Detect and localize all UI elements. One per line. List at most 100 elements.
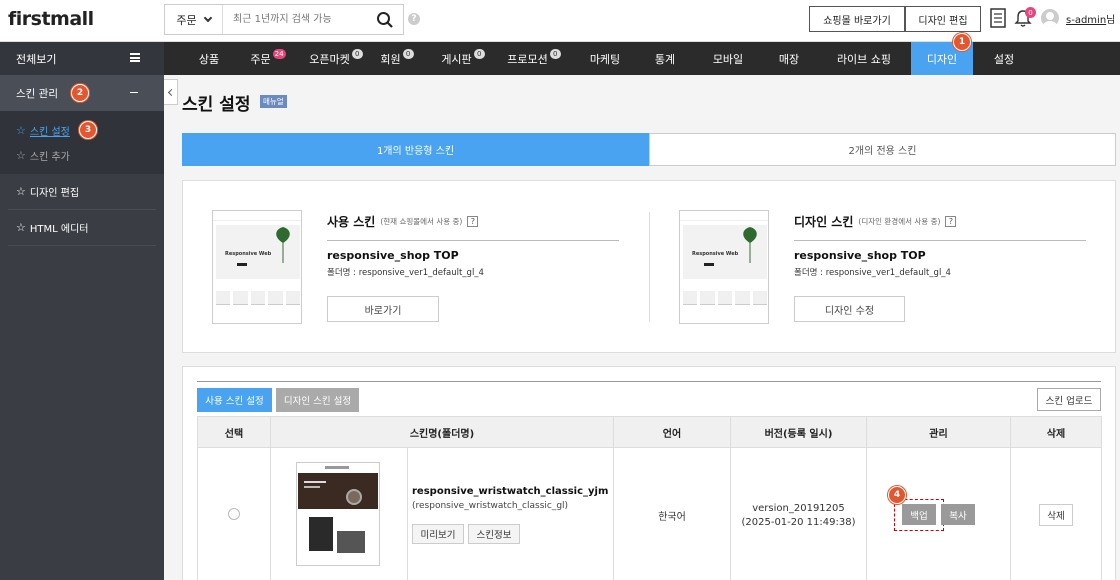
search-icon[interactable]	[367, 5, 403, 34]
go-to-mall-button[interactable]: 쇼핑몰 바로가기	[809, 6, 905, 32]
sidebar-item-design-edit[interactable]: ☆ 디자인 편집	[8, 174, 156, 210]
nav-item-10[interactable]: 라이브 쇼핑	[828, 42, 900, 75]
set-design-skin-button[interactable]: 디자인 스킨 설정	[276, 388, 359, 412]
nav-item-7[interactable]: 통계	[640, 42, 690, 75]
main-nav: 전체보기 상품 주문 24 오픈마켓 0 회원 0 게시판 0 프로모션 0 마케팅 통계 모바일 매장 라이…	[0, 42, 1120, 75]
page-title: 스킨 설정	[182, 95, 251, 115]
go-button[interactable]: 바로가기	[327, 296, 439, 322]
search-input[interactable]	[223, 5, 367, 34]
nav-item-6[interactable]: 마케팅	[577, 42, 633, 75]
nav-item-label: 디자인	[926, 52, 958, 66]
nav-item-1[interactable]: 주문 24	[240, 42, 296, 75]
design-skin-note: (디자인 환경에서 사용 중)	[858, 217, 941, 226]
star-icon[interactable]: ☆	[16, 150, 26, 161]
sidebar-item-skin-add[interactable]: ☆ 스킨 추가	[16, 148, 70, 163]
version-text: version_20191205	[752, 502, 845, 514]
star-icon[interactable]: ☆	[16, 222, 26, 233]
column-header-select: 선택	[197, 416, 271, 448]
nav-item-12[interactable]: 설정	[978, 42, 1030, 75]
tab-responsive-skin[interactable]: 1개의 반응형 스킨	[182, 133, 649, 166]
collapse-minus-icon[interactable]	[130, 92, 138, 93]
nav-item-2[interactable]: 오픈마켓 0	[306, 42, 366, 75]
nav-item-label: 설정	[993, 52, 1015, 66]
help-icon[interactable]: ?	[408, 13, 420, 25]
logo[interactable]: firstmall	[8, 8, 94, 30]
nav-item-label: 통계	[654, 52, 676, 66]
skin-info-button[interactable]: 스킨정보	[468, 524, 520, 544]
all-menu-button[interactable]: 전체보기	[0, 42, 164, 75]
design-skin-title: 디자인 스킨	[794, 215, 854, 229]
design-skin-thumbnail: Responsive Web	[679, 210, 769, 324]
nav-count-badge: 24	[272, 49, 286, 59]
nav-item-label: 마케팅	[589, 52, 621, 66]
thumbnail-text: Responsive Web	[692, 251, 739, 257]
thumbnail-text: Responsive Web	[225, 251, 272, 257]
design-edit-button[interactable]: 디자인 편집	[905, 6, 981, 32]
top-bar: firstmall 주문 ? 쇼핑몰 바로가기 디자인 편집 0 s-admin…	[0, 0, 1120, 42]
step-marker-2: 2	[71, 84, 89, 102]
copy-button[interactable]: 복사	[941, 504, 975, 525]
nav-item-5[interactable]: 프로모션 0	[500, 42, 568, 75]
user-name[interactable]: s-admin님	[1066, 11, 1115, 26]
notification-badge: 0	[1025, 7, 1036, 18]
set-use-skin-button[interactable]: 사용 스킨 설정	[197, 388, 272, 412]
backup-button[interactable]: 백업	[902, 504, 936, 525]
sidebar-item-label: HTML 에디터	[29, 224, 89, 235]
skin-name: responsive_wristwatch_classic_yjm	[412, 486, 609, 497]
version-cell: version_20191205 (2025-01-20 11:49:38)	[730, 447, 867, 580]
manual-badge[interactable]: 매뉴얼	[260, 95, 287, 108]
sidebar-item-label: 스킨 추가	[29, 152, 70, 163]
delete-cell: 삭제	[1010, 447, 1102, 580]
star-icon[interactable]: ☆	[16, 125, 26, 136]
divider	[794, 240, 1086, 241]
skin-upload-button[interactable]: 스킨 업로드	[1037, 388, 1101, 411]
user-name-link[interactable]: s-admin	[1066, 15, 1106, 26]
star-icon[interactable]: ☆	[16, 186, 26, 197]
tab-dedicated-skin[interactable]: 2개의 전용 스킨	[649, 133, 1116, 166]
help-question-icon[interactable]: ?	[467, 216, 479, 227]
table-header-row: 선택 스킨명(폴더명) 언어 버전(등록 일시) 관리 삭제	[197, 416, 1102, 448]
delete-button[interactable]: 삭제	[1039, 504, 1073, 526]
help-question-icon[interactable]: ?	[945, 216, 957, 227]
column-header-language: 언어	[613, 416, 731, 448]
sidebar: 스킨 관리 ☆ 스킨 설정 ☆ 스킨 추가 ☆ 디자인 편집 ☆ HTML 에디…	[0, 75, 164, 580]
skin-table: 선택 스킨명(폴더명) 언어 버전(등록 일시) 관리 삭제 responsiv…	[197, 416, 1102, 580]
nav-item-4[interactable]: 게시판 0	[434, 42, 492, 75]
sidebar-item-html-editor[interactable]: ☆ HTML 에디터	[8, 210, 156, 246]
sidebar-group-label: 스킨 관리	[16, 87, 58, 100]
design-skin-folder: 폴더명 : responsive_ver1_default_gl_4	[794, 268, 951, 278]
sidebar-collapse-toggle[interactable]	[164, 79, 178, 105]
nav-item-9[interactable]: 매장	[765, 42, 813, 75]
design-modify-button[interactable]: 디자인 수정	[794, 296, 905, 322]
nav-item-label: 프로모션	[507, 52, 548, 66]
nav-item-label: 모바일	[712, 52, 744, 66]
manage-cell: 백업 복사 4	[866, 447, 1011, 580]
step-marker-3: 3	[79, 121, 97, 139]
sidebar-item-skin-settings[interactable]: ☆ 스킨 설정	[16, 123, 70, 138]
version-date: (2025-01-20 11:49:38)	[741, 516, 856, 528]
nav-count-badge: 0	[549, 49, 561, 59]
nav-item-0[interactable]: 상품	[182, 42, 236, 75]
search-category-select[interactable]: 주문	[165, 5, 223, 34]
chevron-down-icon	[203, 13, 212, 23]
skin-select-radio[interactable]	[228, 507, 240, 520]
hamburger-icon	[130, 53, 140, 62]
nav-item-3[interactable]: 회원 0	[370, 42, 424, 75]
nav-item-label: 게시판	[441, 52, 472, 66]
use-skin-note: (현재 쇼핑몰에서 사용 중)	[380, 217, 463, 226]
use-skin-heading: 사용 스킨 (현재 쇼핑몰에서 사용 중) ?	[327, 213, 479, 230]
search-category-label: 주문	[176, 13, 197, 27]
select-cell	[197, 447, 271, 580]
nav-count-badge: 0	[351, 49, 363, 59]
nav-item-8[interactable]: 모바일	[697, 42, 759, 75]
all-menu-label: 전체보기	[16, 52, 57, 66]
column-header-version: 버전(등록 일시)	[730, 416, 867, 448]
sidebar-item-label: 스킨 설정	[29, 127, 70, 138]
chevron-left-icon	[167, 88, 176, 96]
preview-button[interactable]: 미리보기	[412, 524, 464, 544]
skin-screenshot	[296, 462, 380, 566]
avatar[interactable]	[1041, 9, 1059, 27]
document-icon[interactable]	[990, 8, 1006, 31]
divider	[197, 381, 1101, 382]
skin-folder: (responsive_wristwatch_classic_gl)	[412, 501, 569, 511]
